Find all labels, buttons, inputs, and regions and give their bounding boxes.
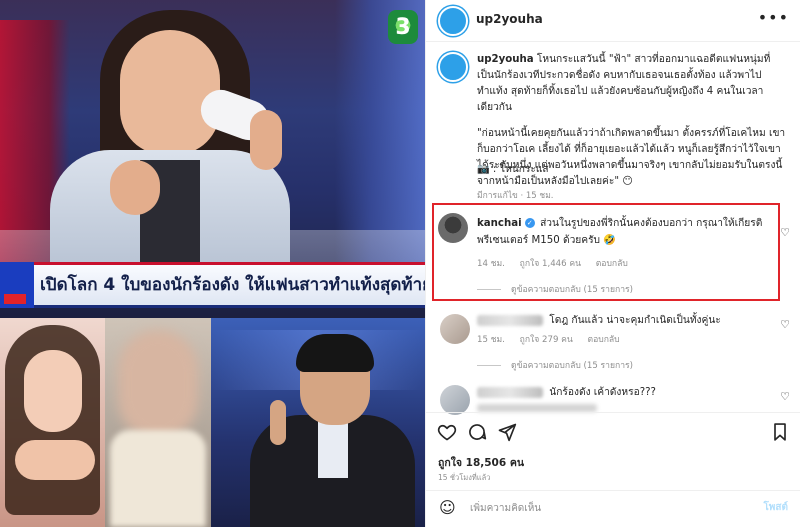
caption-credit: 📷 : โหนกระแส [477,164,549,175]
post-time: 15 ชั่วโมงที่แล้ว [438,473,491,482]
reply-button[interactable]: ตอบกลับ [596,259,628,269]
blurred-meta [477,404,597,412]
woman-hand [110,160,160,215]
comment-3: นักร้องดัง เค้าดังหรอ??? [477,384,767,401]
comment-likes[interactable]: ถูกใจ 279 คน [520,335,573,345]
banner-tab [0,262,34,308]
comment-1-meta: 14 ชม. ถูกใจ 1,446 คน ตอบกลับ [477,256,640,270]
comment-2: โดฎ กันแล้ว น่าจะคุมกำเนิดเป็นทั้งคู่นะ [477,312,767,329]
comment-2-like-icon[interactable]: ♡ [780,318,790,331]
comment-1: kanchai ✓ ส่วนในรูปของพี่ริกนั้นคงต้องบอ… [477,215,767,249]
reply-button[interactable]: ตอบกลับ [588,335,620,345]
caption-avatar[interactable] [438,52,468,82]
banner-headline: เปิดโลก 4 ใบของนักร้องดัง ให้แฟนสาวทำแท้… [40,275,425,295]
comment-time: 14 ชม. [477,259,505,269]
like-heart-icon[interactable] [437,422,457,442]
comment-username[interactable]: kanchai [477,218,522,229]
caption-meta: มีการแก้ไข · 15 ชม. [477,191,554,201]
header-username[interactable]: up2youha [476,12,543,26]
woman-face [120,30,220,155]
woman-hand-right [250,110,282,170]
instagram-panel: up2youha ••• up2youha โหนกระแสวันนี้ "ฟ้… [425,0,800,527]
comment-text: นักร้องดัง เค้าดังหรอ??? [549,387,656,398]
like-count[interactable]: ถูกใจ 18,506 คน [438,454,524,471]
profile-avatar[interactable] [438,6,468,36]
comment-2-meta: 15 ชม. ถูกใจ 279 คน ตอบกลับ [477,332,632,346]
comment-1-like-icon[interactable]: ♡ [780,226,790,239]
channel-3-logo: 3 [388,10,418,44]
comment-avatar[interactable] [440,314,470,344]
comment-avatar[interactable] [440,385,470,415]
photo-woman-hands [15,440,95,480]
comment-input[interactable] [470,499,730,517]
bookmark-icon[interactable] [770,422,790,442]
comment-text: โดฎ กันแล้ว น่าจะคุมกำเนิดเป็นทั้งคู่นะ [549,315,721,326]
blurred-shirt [110,430,206,527]
view-replies-button[interactable]: ดูข้อความตอบกลับ (15 รายการ) [477,358,633,372]
post-media[interactable]: 3 เปิดโลก 4 ใบของนักร้องดัง ให้แฟนสาวทำแ… [0,0,425,527]
view-replies-button[interactable]: ดูข้อความตอบกลับ (15 รายการ) [477,282,633,296]
caption-quote: "ก่อนหน้านี้เคยคุยกันแล้วว่าถ้าเกิดพลาดข… [477,128,786,187]
verified-icon: ✓ [524,218,535,228]
share-send-icon[interactable] [497,422,517,442]
comment-3-like-icon[interactable]: ♡ [780,390,790,403]
blurred-username [477,314,543,326]
comment-avatar[interactable] [438,213,468,243]
post-header: up2youha ••• [426,0,800,42]
comment-time: 15 ชม. [477,335,505,345]
post-comment-button[interactable]: โพสต์ [763,500,788,515]
host-hand [270,400,286,445]
photo-woman-face [24,350,82,432]
host-hair [296,334,374,372]
blurred-username [477,386,543,398]
host-shirt [318,418,348,478]
caption-username[interactable]: up2youha [477,54,534,65]
more-options-icon[interactable]: ••• [758,8,789,27]
blurred-face [118,330,198,440]
emoji-icon[interactable]: ☺ [439,498,456,517]
comment-bubble-icon[interactable] [467,422,487,442]
comment-likes[interactable]: ถูกใจ 1,446 คน [520,259,581,269]
